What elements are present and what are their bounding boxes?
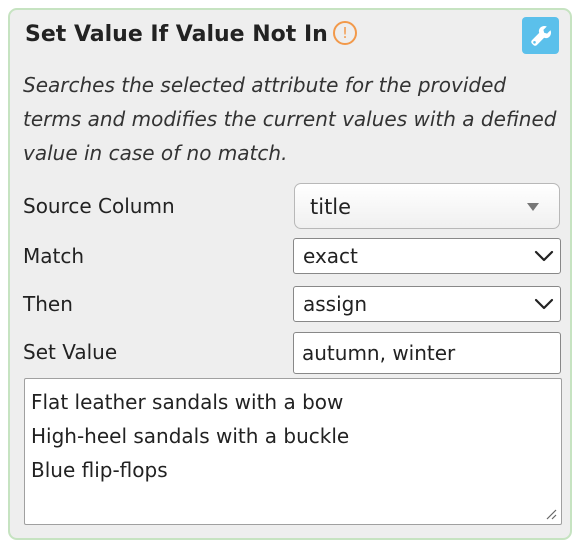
node-description: Searches the selected attribute for the … <box>23 73 557 165</box>
match-select[interactable]: exact <box>293 238 561 274</box>
settings-button[interactable] <box>522 17 559 54</box>
source-column-select[interactable]: title <box>294 183 560 229</box>
set-value-label: Set Value <box>23 340 118 364</box>
match-label: Match <box>23 244 85 268</box>
term-line: High-heel sandals with a buckle <box>31 424 350 448</box>
resize-handle-icon[interactable] <box>545 508 557 520</box>
chevron-down-icon <box>534 298 554 310</box>
then-label: Then <box>23 292 73 316</box>
match-value: exact <box>303 244 358 268</box>
node-panel: Set Value If Value Not In ! Searches the… <box>8 8 572 540</box>
term-line: Blue flip-flops <box>31 458 168 482</box>
wrench-icon <box>530 25 551 46</box>
caret-down-icon <box>527 203 539 211</box>
exclamation-circle-icon[interactable]: ! <box>333 21 357 45</box>
set-value-input[interactable] <box>293 332 561 374</box>
chevron-down-icon <box>534 250 554 262</box>
node-title: Set Value If Value Not In <box>25 22 328 47</box>
then-select[interactable]: assign <box>293 286 561 322</box>
source-column-label: Source Column <box>23 194 175 218</box>
terms-textarea[interactable]: Flat leather sandals with a bow High-hee… <box>24 378 562 525</box>
then-value: assign <box>303 292 368 316</box>
source-column-value: title <box>310 195 352 219</box>
term-line: Flat leather sandals with a bow <box>31 390 344 414</box>
